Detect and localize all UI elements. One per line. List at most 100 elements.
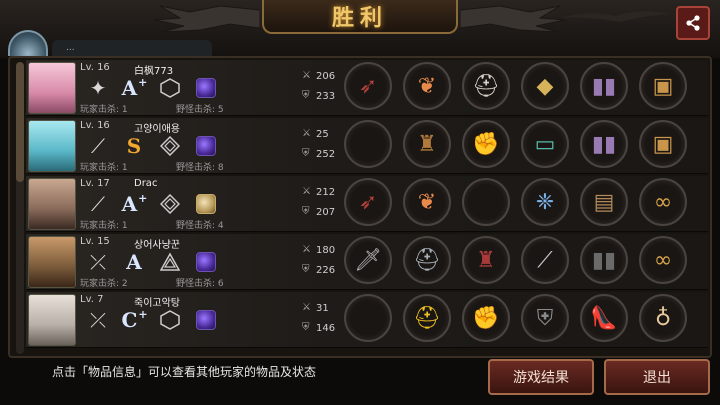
player-kills: 玩家击杀: 1 [80,163,128,173]
grade-icon: A + [121,191,148,217]
player-avatar [28,62,76,114]
player-level: Lv. 16 [80,120,110,131]
item-slot-helmet[interactable]: ⛑ [403,236,451,284]
bat-icon: ⟋ [91,134,105,158]
item-slot-armor[interactable]: ♜ [403,120,451,168]
player-row[interactable]: Lv. 15 상어사냥꾼 ⤫ A 玩家击杀: 2 野怪击杀: 6 ⚔ 180 ⛨ 2… [26,234,708,290]
player-kills: 玩家击杀: 1 [80,221,128,231]
attack-icon: ⚔ [302,186,311,197]
item-slot-wing-crown[interactable]: ❦ [403,62,451,110]
monster-kills: 野怪击杀: 6 [176,279,224,289]
game-results-button[interactable]: 游戏结果 [488,359,594,395]
player-avatar [28,294,76,346]
shuriken-icon: ✦ [89,76,107,100]
defense-value: 226 [316,264,336,276]
player-kills: 玩家击杀: 1 [80,105,128,115]
defense-value: 233 [316,90,336,102]
player-stats-panel: Lv. 16 白枫773 ✦ A + 玩家击杀: 1 野怪击杀: 5 ⚔ 206 ⛨… [8,56,712,358]
defense-icon: ⛨ [302,90,310,101]
player-avatar [28,178,76,230]
defense-icon: ⛨ [302,264,310,275]
player-row[interactable]: Lv. 7 죽이고악탕 ⤫ C + ⚔ 31 ⛨ 146 ⛑ ✊ ⛨ 👠 ♁ [26,292,708,348]
team-label: ... [66,43,75,53]
rapier-icon: ⤫ [90,308,106,332]
skill-hex-icon [158,308,182,332]
item-slot-bracer[interactable]: ▤ [580,178,628,226]
attack-value: 206 [316,70,336,82]
skill-triangle-icon [158,250,182,274]
skill-hex-icon [158,76,182,100]
grade-icon: A + [121,75,148,101]
panel-scrollbar[interactable] [16,62,24,354]
player-level: Lv. 16 [80,62,110,73]
item-slot-hard-hat[interactable]: ⛑ [403,294,451,342]
player-avatar [28,236,76,288]
item-slot-empty[interactable] [344,294,392,342]
attack-icon: ⚔ [302,128,311,139]
scrollbar-thumb[interactable] [16,62,24,182]
defense-icon: ⛨ [302,322,310,333]
item-slot-heels[interactable]: 👠 [580,294,628,342]
monster-kills: 野怪击杀: 5 [176,105,224,115]
item-slot-crossbow[interactable]: ➶ [344,178,392,226]
share-button[interactable] [676,6,710,40]
item-slot-helmet[interactable]: ⛑ [462,62,510,110]
player-level: Lv. 17 [80,178,110,189]
player-name: Drac [134,178,158,189]
rapier-icon: ⤫ [90,250,106,274]
grade-icon: C + [121,307,148,333]
item-slot-wing-crystal[interactable]: ❈ [521,178,569,226]
exit-button[interactable]: 退出 [604,359,710,395]
item-slot-crossbow[interactable]: ➶ [344,62,392,110]
monster-kills: 野怪击杀: 8 [176,163,224,173]
attack-icon: ⚔ [302,244,311,255]
item-slot-empty[interactable] [462,178,510,226]
monster-icon [194,250,218,274]
game-results-label: 游戏结果 [513,370,569,386]
item-slot-armor[interactable]: ♜ [462,236,510,284]
item-slot-boots[interactable]: ▮▮ [580,62,628,110]
attack-icon: ⚔ [302,302,311,313]
share-icon [686,15,700,31]
defense-icon: ⛨ [302,206,310,217]
item-slot-empty[interactable] [344,120,392,168]
item-slot-bracelet[interactable]: ▭ [521,120,569,168]
item-slot-shield[interactable]: ◆ [521,62,569,110]
grade-icon: S [126,134,142,158]
victory-banner: 胜利 [262,0,458,34]
player-level: Lv. 7 [80,294,104,305]
item-slot-boots[interactable]: ▮▮ [580,236,628,284]
item-slot-blade[interactable]: ⟋ [521,236,569,284]
item-slot-goggles[interactable]: ∞ [639,178,687,226]
item-slot-chest[interactable]: ▣ [639,120,687,168]
item-slot-gauntlet[interactable]: ✊ [462,294,510,342]
attack-value: 212 [316,186,336,198]
item-slot-goggles[interactable]: ∞ [639,236,687,284]
player-level: Lv. 15 [80,236,110,247]
item-slot-boots[interactable]: ▮▮ [580,120,628,168]
defense-icon: ⛨ [302,148,310,159]
victory-title: 胜利 [331,5,388,31]
monster-icon [194,134,218,158]
player-avatar [28,120,76,172]
attack-value: 31 [316,302,329,314]
item-slot-wing-crown[interactable]: ❦ [403,178,451,226]
monster-icon [194,76,218,100]
defense-value: 207 [316,206,336,218]
bird-silhouette-icon [560,11,670,22]
item-slot-dagger[interactable]: 🗡 [344,236,392,284]
item-slot-gauntlet[interactable]: ✊ [462,120,510,168]
player-row[interactable]: Lv. 17 Drac ⟋ A + 玩家击杀: 1 野怪击杀: 4 ⚔ 212 ⛨ 2… [26,176,708,232]
grade-icon: A [126,250,142,274]
player-row[interactable]: Lv. 16 고양이애용 ⟋ S 玩家击杀: 1 野怪击杀: 8 ⚔ 25 ⛨ 25… [26,118,708,174]
left-wing-ornament [154,5,260,33]
skill-diamond-icon [158,134,182,158]
item-slot-shield[interactable]: ⛨ [521,294,569,342]
skill-diamond-icon [158,192,182,216]
item-slot-chest[interactable]: ▣ [639,62,687,110]
defense-value: 252 [316,148,336,160]
monster-icon [194,192,218,216]
item-slot-racket[interactable]: ♁ [639,294,687,342]
monster-kills: 野怪击杀: 4 [176,221,224,231]
player-row[interactable]: Lv. 16 白枫773 ✦ A + 玩家击杀: 1 野怪击杀: 5 ⚔ 206 ⛨… [26,60,708,116]
